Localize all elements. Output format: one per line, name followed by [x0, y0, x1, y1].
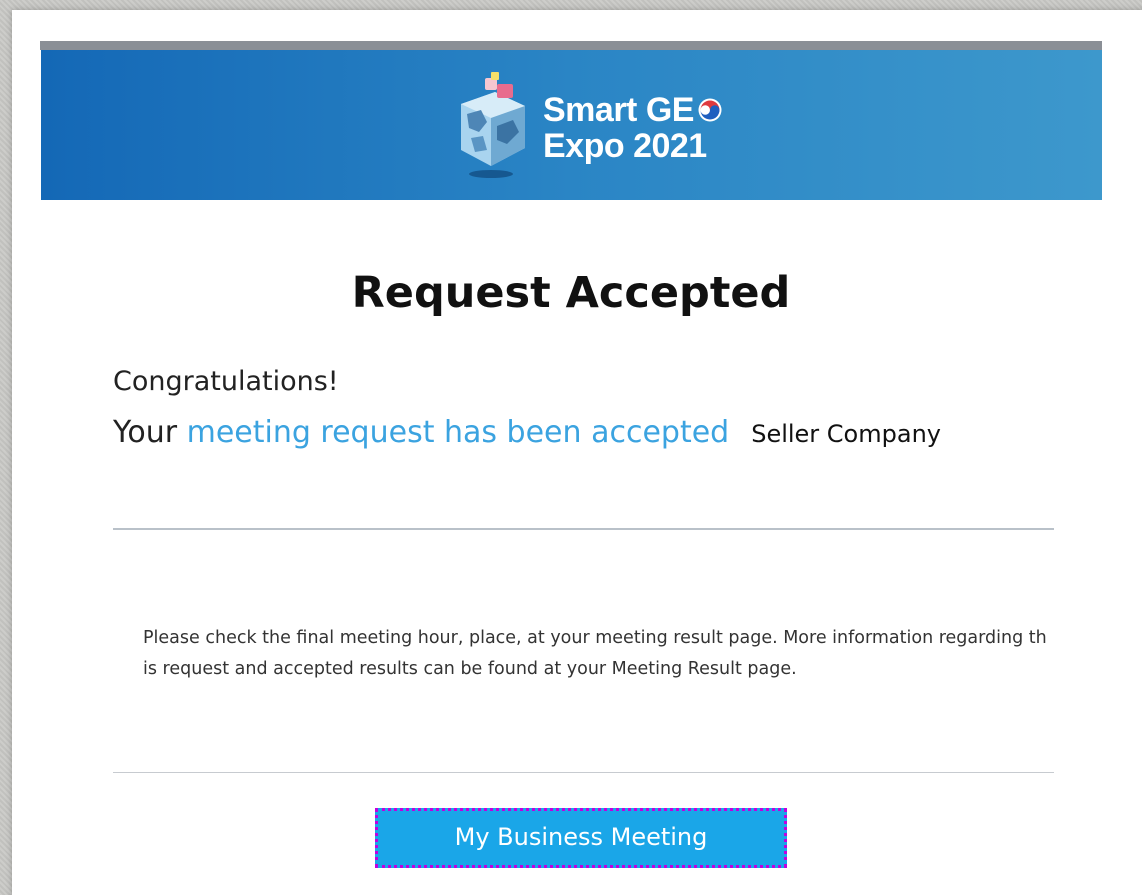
logo-text: Smart GE Expo 2021	[543, 92, 723, 164]
divider	[113, 772, 1054, 773]
accepted-message: Your meeting request has been accepted Se…	[113, 415, 941, 450]
logo-line2: Expo 2021	[543, 127, 707, 165]
page-title: Request Accepted	[351, 268, 791, 318]
info-paragraph: Please check the final meeting hour, pla…	[143, 628, 1047, 679]
company-name: Seller Company	[751, 420, 941, 448]
your-text: Your	[113, 415, 178, 450]
logo-line1: Smart GE	[543, 92, 723, 128]
taegeuk-icon	[698, 98, 722, 122]
top-gray-bar	[40, 41, 1102, 50]
header-banner: Smart GE Expo 2021	[41, 50, 1102, 200]
congratulations-text: Congratulations!	[113, 366, 339, 397]
divider	[113, 528, 1054, 530]
cube-globe-icon	[461, 72, 525, 178]
my-business-meeting-button[interactable]: My Business Meeting	[375, 808, 787, 868]
accepted-highlight: meeting request has been accepted	[186, 415, 730, 450]
smart-geo-expo-logo: Smart GE Expo 2021	[451, 70, 731, 180]
